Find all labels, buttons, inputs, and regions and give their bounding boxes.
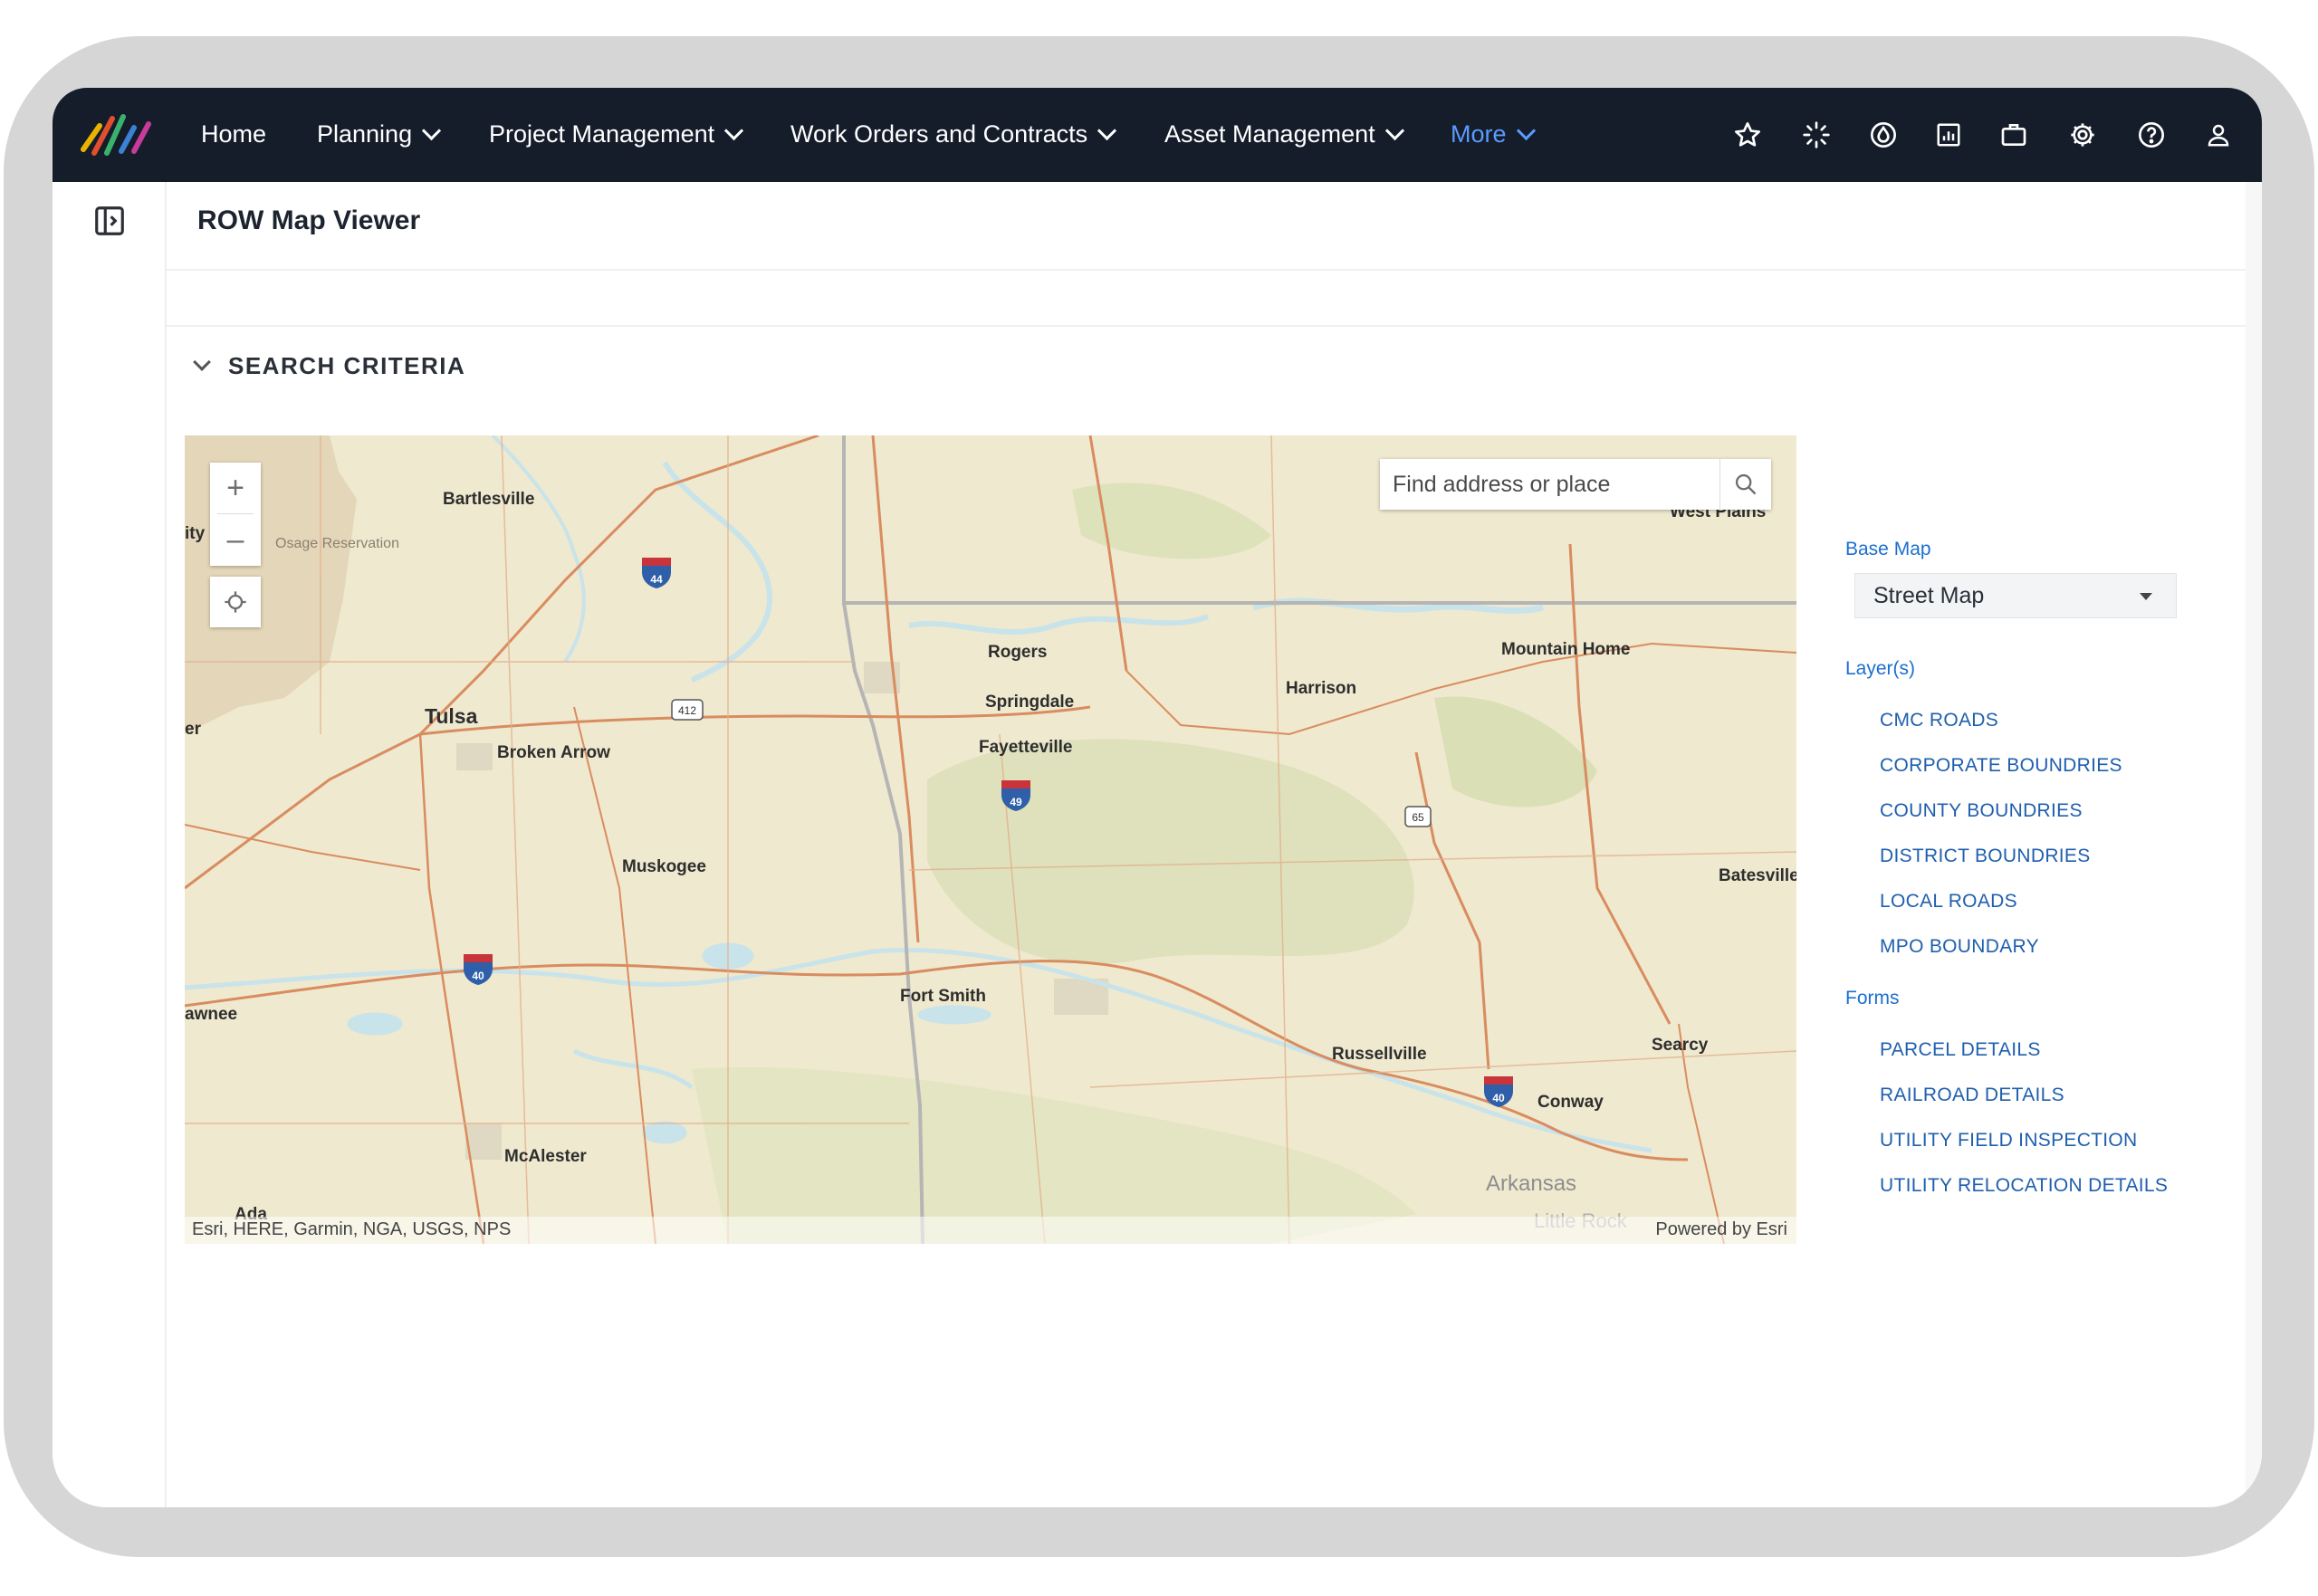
briefcase-icon[interactable] [1994,115,2034,155]
layer-cmc-roads[interactable]: CMC ROADS [1880,710,1998,731]
nav-home[interactable]: Home [201,118,266,150]
place-label-searcy: Searcy [1652,1036,1709,1055]
star-icon[interactable] [1728,115,1767,155]
chevron-down-icon [421,120,442,141]
report-icon[interactable] [1929,115,1968,155]
attribution-sources: Esri, HERE, Garmin, NGA, USGS, NPS [192,1219,512,1239]
base-map-label: Base Map [1845,539,1931,559]
svg-text:40: 40 [472,970,484,982]
place-label-batesville: Batesville [1719,866,1796,885]
form-utility-relocation-details[interactable]: UTILITY RELOCATION DETAILS [1880,1175,2168,1197]
search-icon [1735,473,1757,495]
us-route-shield: 412 [671,699,704,721]
help-icon[interactable] [2131,115,2171,155]
place-label-russellville: Russellville [1332,1045,1427,1064]
place-label-er-fragment: er [185,720,202,739]
form-parcel-details[interactable]: PARCEL DETAILS [1880,1039,2041,1061]
us-route-shield: 65 [1404,806,1432,827]
map-search-button[interactable] [1719,459,1771,510]
page-scrollbar-track[interactable] [2246,182,2262,1507]
zoom-controls: + – [210,463,261,566]
nav-project-management[interactable]: Project Management [489,118,744,150]
zoom-out-button[interactable]: – [210,514,261,565]
panel-toggle-icon[interactable] [92,204,127,238]
search-criteria-toggle[interactable]: SEARCH CRITERIA [193,352,466,380]
forest-terrain [1434,696,1597,808]
left-sidebar [53,182,167,1507]
lakes-and-rivers [185,435,1652,1153]
svg-text:40: 40 [1492,1092,1505,1104]
divider [167,269,2249,271]
map-view[interactable]: 44 40 49 40 412 65 Bartlesville Tulsa Br… [185,435,1796,1244]
map-attribution: Esri, HERE, Garmin, NGA, USGS, NPS Power… [185,1217,1796,1244]
chevron-down-icon [1097,120,1117,141]
layer-district-boundries[interactable]: DISTRICT BOUNDRIES [1880,846,2091,867]
svg-text:49: 49 [1010,796,1022,808]
nav-planning[interactable]: Planning [317,118,442,150]
zoom-in-button[interactable]: + [210,463,261,513]
place-label-muskogee: Muskogee [622,857,706,876]
place-label-fort-smith: Fort Smith [900,987,986,1006]
app-logo-icon[interactable] [76,106,163,164]
place-label-osage-reservation: Osage Reservation [275,536,399,551]
interstate-shield: 44 [642,558,671,588]
place-label-fayetteville: Fayetteville [979,738,1073,757]
app-window: Home Planning Project Management Work Or… [53,88,2262,1507]
chevron-down-icon [1516,120,1536,141]
place-label-pawnee: awnee [185,1005,237,1024]
nav-asset-management[interactable]: Asset Management [1164,118,1404,150]
map-search-input[interactable] [1380,459,1715,510]
place-label-arkansas: Arkansas [1486,1171,1576,1196]
layers-label: Layer(s) [1845,658,1916,679]
place-label-broken-arrow: Broken Arrow [497,743,610,762]
nav-work-orders-and-contracts[interactable]: Work Orders and Contracts [790,118,1117,150]
place-label-conway: Conway [1537,1093,1604,1112]
map-canvas[interactable]: 44 40 49 40 412 65 Bartlesville Tulsa Br… [185,435,1796,1244]
form-utility-field-inspection[interactable]: UTILITY FIELD INSPECTION [1880,1130,2138,1152]
dropdown-caret-icon [2140,593,2152,600]
place-label-harrison: Harrison [1286,679,1356,698]
layer-corporate-boundries[interactable]: CORPORATE BOUNDRIES [1880,755,2122,777]
page-title: ROW Map Viewer [197,205,421,235]
layer-county-boundries[interactable]: COUNTY BOUNDRIES [1880,800,2083,822]
attribution-powered-by[interactable]: Powered by Esri [1655,1219,1787,1240]
form-railroad-details[interactable]: RAILROAD DETAILS [1880,1085,2064,1106]
chevron-down-icon [1384,120,1404,141]
map-search-box [1380,459,1771,510]
nav-more[interactable]: More [1451,118,1536,150]
layer-local-roads[interactable]: LOCAL ROADS [1880,891,2017,913]
layer-mpo-boundary[interactable]: MPO BOUNDARY [1880,936,2039,958]
chevron-down-icon [193,352,211,371]
top-navigation-bar: Home Planning Project Management Work Or… [53,88,2262,182]
chevron-down-icon [724,120,744,141]
place-label-tulsa: Tulsa [425,704,478,728]
place-label-mcalester: McAlester [504,1147,587,1166]
search-criteria-label: SEARCH CRITERIA [228,352,466,379]
place-label-rogers: Rogers [988,643,1047,662]
interstate-shield: 40 [464,954,493,985]
divider [167,325,2249,327]
svg-text:65: 65 [1412,811,1424,824]
loading-spinner-icon[interactable] [1796,115,1836,155]
crosshair-icon [225,591,246,613]
forms-label: Forms [1845,988,1900,1008]
ozark-terrain [927,739,1414,964]
place-label-springdale: Springdale [985,693,1074,712]
place-label-bartlesville: Bartlesville [443,490,534,509]
gear-icon[interactable] [2063,115,2102,155]
place-label-city-fragment: ity [185,524,206,543]
user-icon[interactable] [2198,115,2238,155]
map-side-panel: Base Map Street Map Layer(s) CMC ROADS C… [1845,435,2244,1250]
base-map-select[interactable]: Street Map [1854,573,2177,618]
drop-icon[interactable] [1863,115,1903,155]
svg-text:412: 412 [678,704,696,717]
forest-terrain [1072,483,1271,559]
base-map-select-value: Street Map [1873,583,1985,608]
locate-button[interactable] [210,577,261,627]
place-label-mountain-home: Mountain Home [1501,640,1631,659]
svg-text:44: 44 [650,573,663,586]
